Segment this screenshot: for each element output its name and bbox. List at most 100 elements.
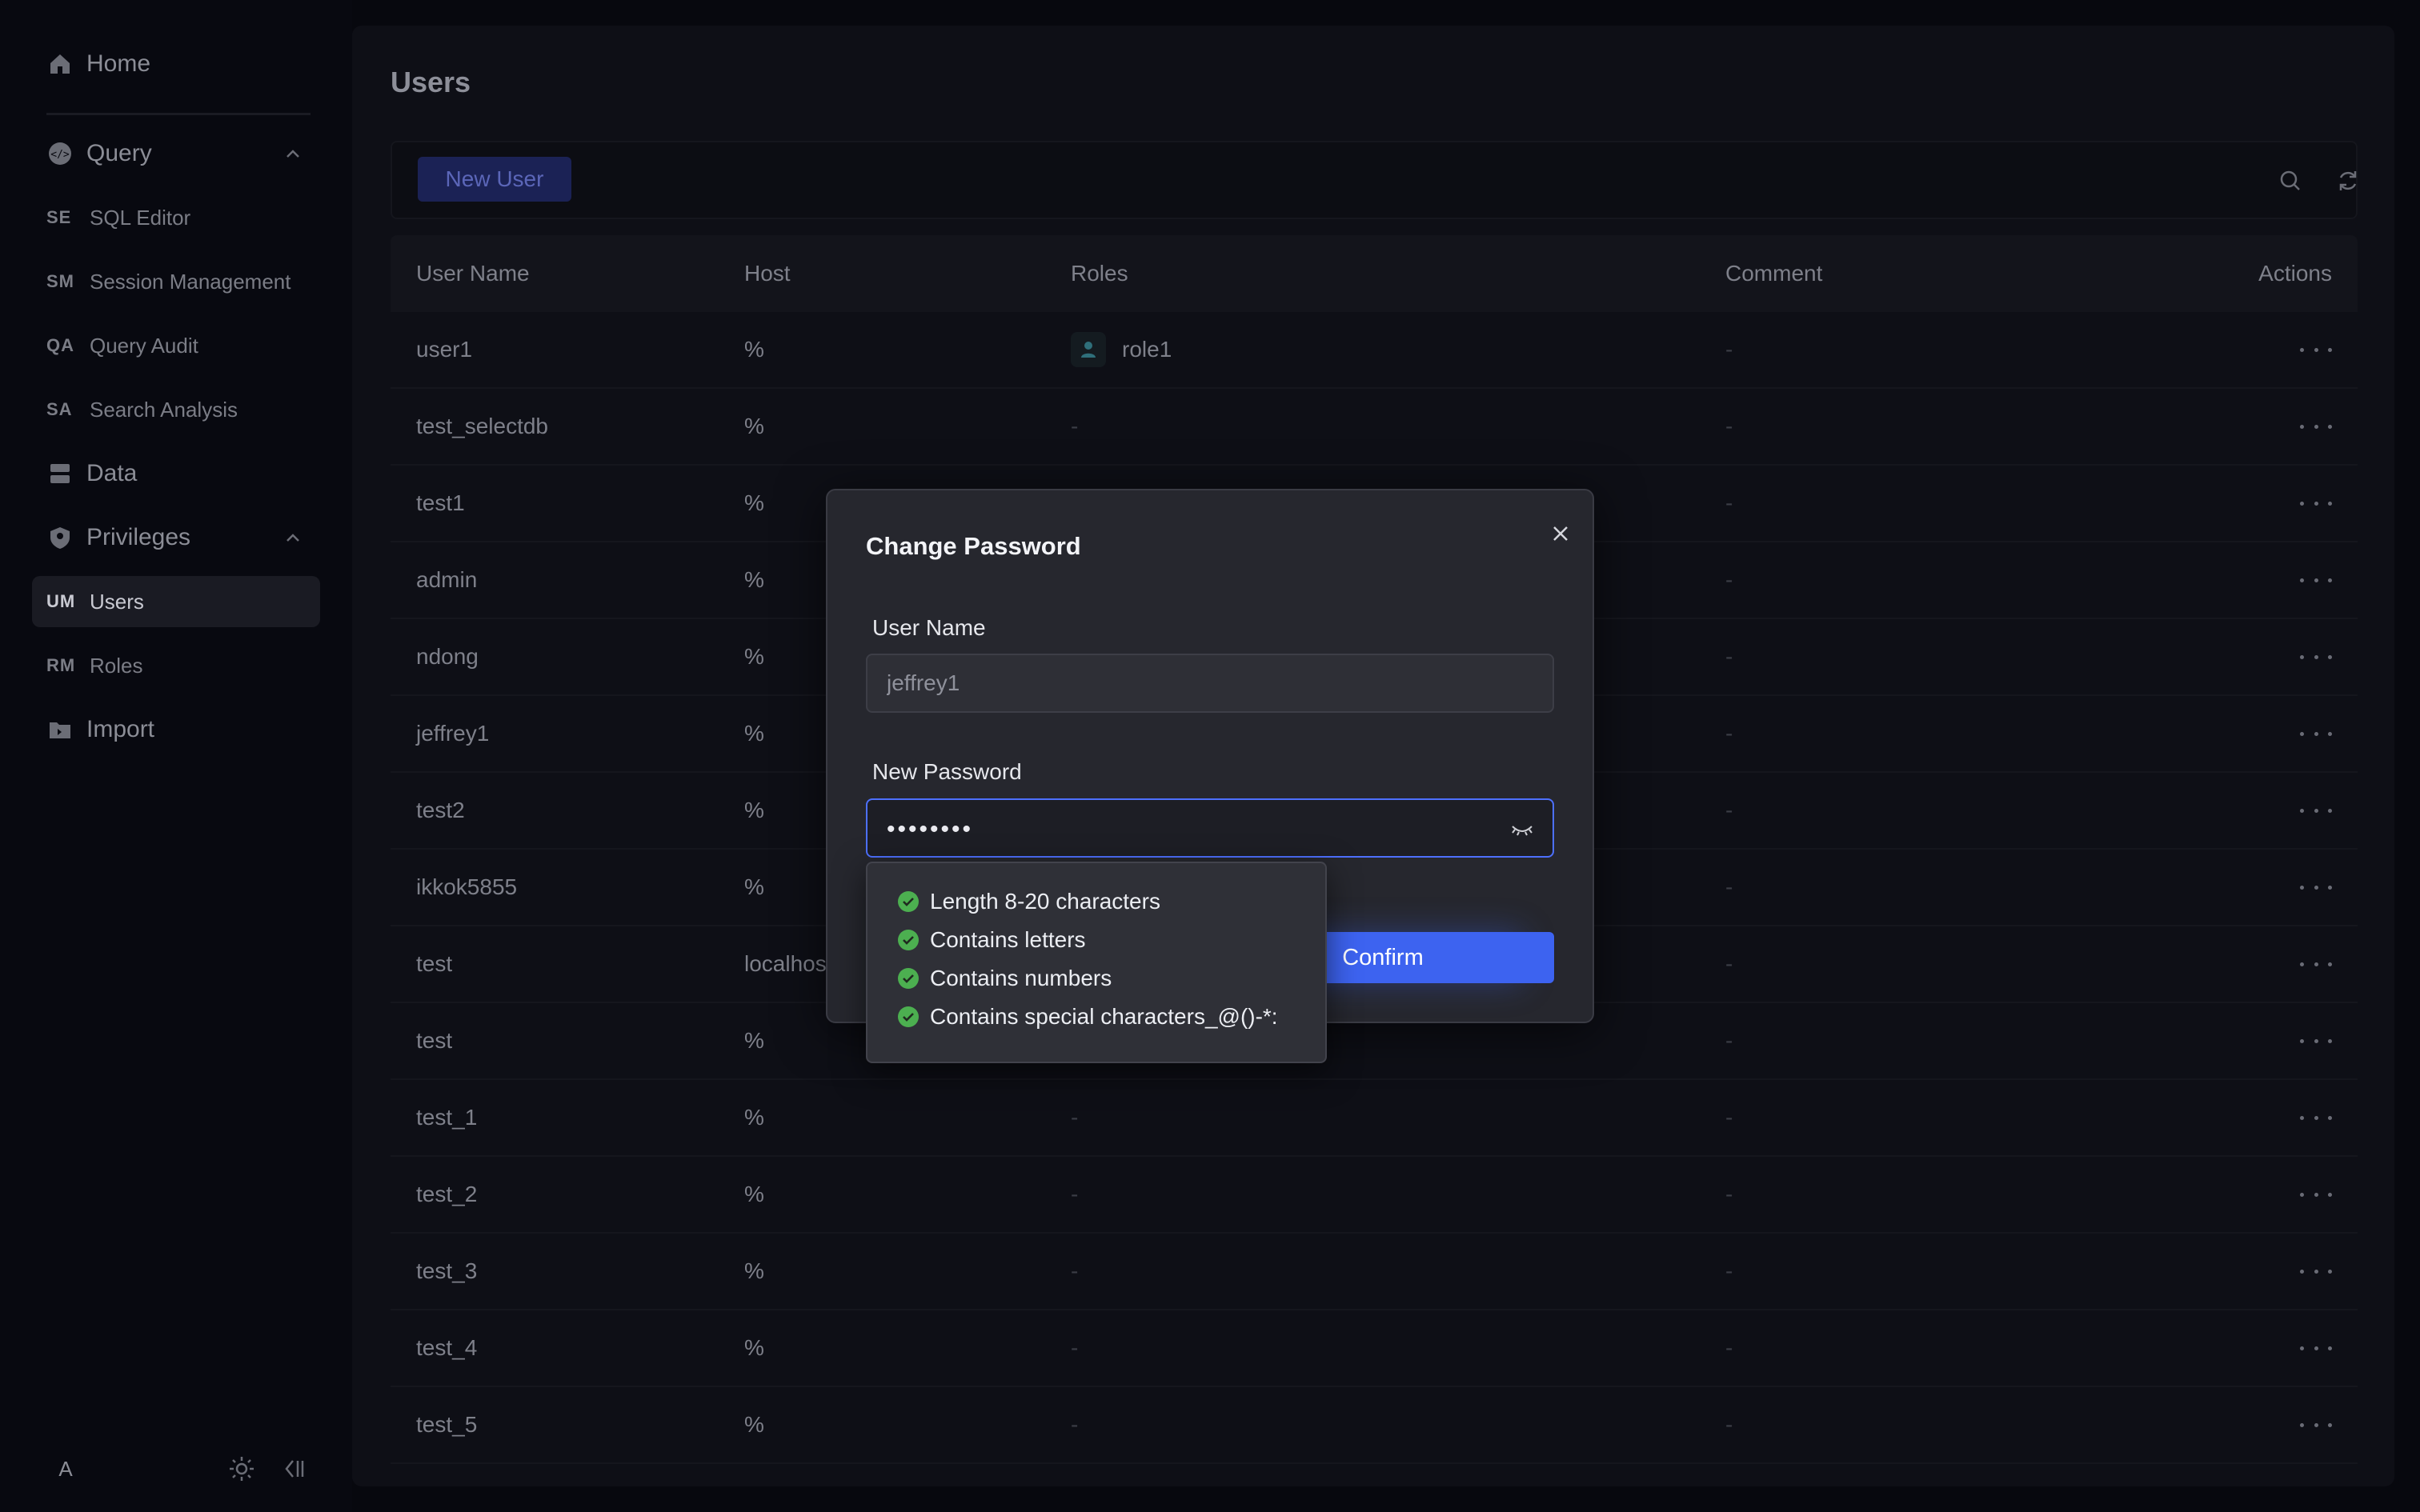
sidebar-item-import[interactable]: Import xyxy=(32,704,320,755)
table-row[interactable]: test_3% - - xyxy=(391,1234,2358,1310)
password-value: •••••••• xyxy=(887,816,974,842)
cell-user-name: user1 xyxy=(416,337,473,362)
cell-host: % xyxy=(744,1258,764,1283)
role-name: - xyxy=(1071,1335,1079,1360)
more-actions-icon[interactable] xyxy=(2300,1186,2332,1202)
sidebar-item-sql-editor[interactable]: SE SQL Editor xyxy=(32,192,320,243)
cell-host: % xyxy=(744,490,764,515)
cell-roles: - xyxy=(1071,1105,1078,1130)
new-password-field[interactable]: •••••••• xyxy=(866,798,1554,858)
page-title: Users xyxy=(391,66,471,98)
column-header-comment[interactable]: Comment xyxy=(1725,261,1822,286)
role-name: - xyxy=(1071,1412,1079,1437)
cell-user-name: test_selectdb xyxy=(416,414,548,438)
more-actions-icon[interactable] xyxy=(2300,1263,2332,1279)
eye-closed-icon[interactable] xyxy=(1508,815,1537,844)
more-actions-icon[interactable] xyxy=(2300,1340,2332,1356)
table-row[interactable]: test_1% - - xyxy=(391,1080,2358,1157)
sidebar-item-search-analysis[interactable]: SA Search Analysis xyxy=(32,384,320,435)
cell-host: % xyxy=(744,721,764,746)
close-icon[interactable] xyxy=(1545,518,1577,550)
sidebar-item-label: Roles xyxy=(90,653,143,678)
sidebar-item-abbr: SM xyxy=(46,271,74,291)
column-header-actions: Actions xyxy=(2258,261,2332,286)
new-user-button[interactable]: New User xyxy=(418,157,571,202)
more-actions-icon[interactable] xyxy=(2300,495,2332,511)
cell-roles: role1 xyxy=(1071,332,1172,367)
cell-user-name: admin xyxy=(416,567,478,592)
more-actions-icon[interactable] xyxy=(2300,1033,2332,1049)
cell-comment: - xyxy=(1725,1258,1733,1283)
cell-comment: - xyxy=(1725,1335,1733,1360)
column-header-host[interactable]: Host xyxy=(744,261,791,286)
sidebar-item-label: Privileges xyxy=(86,524,191,550)
password-rule-text: Length 8-20 characters xyxy=(930,889,1160,914)
cell-user-name: ndong xyxy=(416,644,479,669)
cell-comment: - xyxy=(1725,1412,1733,1437)
cell-comment: - xyxy=(1725,567,1733,592)
sun-icon[interactable] xyxy=(227,1454,256,1483)
refresh-icon[interactable] xyxy=(2332,165,2364,197)
chevron-up-icon[interactable] xyxy=(282,526,304,549)
sidebar-item-roles[interactable]: RM Roles xyxy=(32,640,320,691)
table-row[interactable]: test_4% - - xyxy=(391,1310,2358,1387)
check-circle-icon xyxy=(898,968,919,989)
chevron-up-icon[interactable] xyxy=(282,142,304,165)
more-actions-icon[interactable] xyxy=(2300,879,2332,895)
role-name: - xyxy=(1071,1105,1079,1130)
cell-comment: - xyxy=(1725,721,1733,746)
sidebar-group-query[interactable]: </> Query xyxy=(32,128,320,179)
sidebar-item-session-management[interactable]: SM Session Management xyxy=(32,256,320,307)
sidebar-group-privileges[interactable]: Privileges xyxy=(32,512,320,563)
sidebar-item-abbr: SA xyxy=(46,399,73,419)
more-actions-icon[interactable] xyxy=(2300,342,2332,358)
column-header-user-name[interactable]: User Name xyxy=(416,261,530,286)
cell-roles: - xyxy=(1071,1182,1078,1207)
cell-host: % xyxy=(744,567,764,592)
more-actions-icon[interactable] xyxy=(2300,1417,2332,1433)
sidebar-item-abbr: RM xyxy=(46,655,76,675)
username-field xyxy=(866,654,1554,713)
more-actions-icon[interactable] xyxy=(2300,649,2332,665)
avatar[interactable]: A xyxy=(50,1453,82,1485)
cell-comment: - xyxy=(1725,414,1733,438)
sidebar-item-home[interactable]: Home xyxy=(32,38,320,90)
collapse-sidebar-icon[interactable] xyxy=(280,1454,309,1483)
folder-import-icon xyxy=(46,716,74,743)
sidebar-item-abbr: SE xyxy=(46,207,72,227)
password-rule: Contains special characters_@()-*: xyxy=(867,998,1325,1036)
check-circle-icon xyxy=(898,891,919,912)
table-row[interactable]: test_selectdb% - - xyxy=(391,389,2358,466)
cell-comment: - xyxy=(1725,798,1733,822)
database-icon xyxy=(46,460,74,487)
more-actions-icon[interactable] xyxy=(2300,726,2332,742)
home-icon xyxy=(46,50,74,78)
role-name[interactable]: role1 xyxy=(1122,337,1172,362)
table-row[interactable]: test_2% - - xyxy=(391,1157,2358,1234)
sidebar-item-label: SQL Editor xyxy=(90,205,191,230)
sidebar-item-query-audit[interactable]: QA Query Audit xyxy=(32,320,320,371)
table-row[interactable]: user1% role1 - xyxy=(391,312,2358,389)
more-actions-icon[interactable] xyxy=(2300,572,2332,588)
query-icon: </> xyxy=(46,140,74,167)
sidebar-item-data[interactable]: Data xyxy=(32,448,320,499)
more-actions-icon[interactable] xyxy=(2300,956,2332,972)
search-icon[interactable] xyxy=(2274,165,2306,197)
new-password-label: New Password xyxy=(872,759,1022,784)
more-actions-icon[interactable] xyxy=(2300,802,2332,818)
user-role-icon xyxy=(1071,332,1106,367)
cell-host: % xyxy=(744,414,764,438)
sidebar-item-users[interactable]: UM Users xyxy=(32,576,320,627)
more-actions-icon[interactable] xyxy=(2300,1110,2332,1126)
column-header-roles[interactable]: Roles xyxy=(1071,261,1128,286)
more-actions-icon[interactable] xyxy=(2300,418,2332,434)
cell-user-name: test_5 xyxy=(416,1412,478,1437)
sidebar-item-label: Import xyxy=(86,716,155,742)
cell-host: % xyxy=(744,1105,764,1130)
cell-user-name: test_2 xyxy=(416,1182,478,1206)
table-row[interactable]: test_5% - - xyxy=(391,1387,2358,1464)
cell-user-name: test_4 xyxy=(416,1335,478,1360)
cell-host: % xyxy=(744,337,764,362)
cell-user-name: test xyxy=(416,951,453,976)
cell-user-name: ikkok5855 xyxy=(416,874,518,899)
